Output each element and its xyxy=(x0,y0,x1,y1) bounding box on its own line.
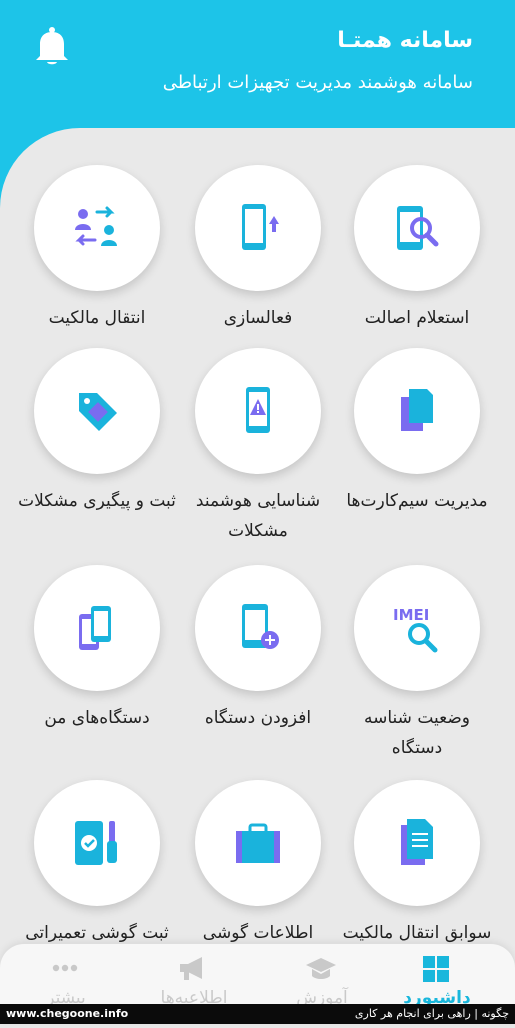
tile-label: فعالسازی xyxy=(223,308,293,328)
briefcase-icon xyxy=(236,823,280,863)
tile-repair-registration[interactable]: ثبت گوشی تعمیراتی xyxy=(17,780,177,948)
tile-activation[interactable]: فعالسازی xyxy=(178,165,338,333)
phone-warning-icon xyxy=(246,387,270,433)
svg-text:IMEI: IMEI xyxy=(393,606,429,624)
tag-icon xyxy=(79,393,117,431)
watermark-footer: www.chegoone.info چگونه | راهی برای انجا… xyxy=(0,1004,515,1024)
imei-search-icon: IMEI xyxy=(393,606,438,653)
tile-label: افزودن دستگاه xyxy=(204,708,312,728)
tile-label: ثبت و پیگیری مشکلات xyxy=(18,491,176,511)
tile-authenticity-inquiry[interactable]: استعلام اصالت xyxy=(337,165,497,333)
grid-icon xyxy=(423,956,449,982)
footer-site: www.chegoone.info xyxy=(6,1007,129,1020)
repair-phone-icon xyxy=(75,821,117,865)
tile-label: استعلام اصالت xyxy=(364,308,470,328)
tile-label: دستگاه‌های من xyxy=(44,708,150,728)
tile-ownership-transfer[interactable]: انتقال مالکیت xyxy=(17,165,177,333)
bell-icon[interactable] xyxy=(34,26,70,66)
footer-tagline: چگونه | راهی برای انجام هر کاری xyxy=(354,1007,509,1020)
tile-device-id-status[interactable]: IMEI وضعیت شناسه دستگاه xyxy=(337,565,497,763)
documents-icon xyxy=(401,819,433,865)
phone-search-icon xyxy=(397,206,439,250)
sim-cards-icon xyxy=(401,389,433,431)
tile-issue-tracking[interactable]: ثبت و پیگیری مشکلات xyxy=(17,348,177,516)
tile-label: انتقال مالکیت xyxy=(48,308,146,328)
graduation-cap-icon xyxy=(306,958,336,979)
tile-add-device[interactable]: افزودن دستگاه xyxy=(178,565,338,733)
tile-phone-info[interactable]: اطلاعات گوشی xyxy=(178,780,338,948)
tile-label: شناسایی هوشمند مشکلات xyxy=(195,491,321,541)
tile-my-devices[interactable]: دستگاه‌های من xyxy=(17,565,177,733)
more-icon xyxy=(52,964,78,972)
app-title: سامانه همتـا xyxy=(337,28,473,53)
transfer-ownership-icon xyxy=(75,206,117,246)
my-devices-icon xyxy=(79,606,111,650)
tile-label: مدیریت سیم‌کارت‌ها xyxy=(346,491,488,511)
tile-transfer-history[interactable]: سوابق انتقال مالکیت xyxy=(337,780,497,948)
app-subtitle: سامانه هوشمند مدیریت تجهیزات ارتباطی xyxy=(162,72,473,93)
phone-activate-icon xyxy=(242,204,279,250)
add-device-icon xyxy=(242,604,279,649)
tile-sim-management[interactable]: مدیریت سیم‌کارت‌ها xyxy=(337,348,497,516)
tile-smart-diagnosis[interactable]: شناسایی هوشمند مشکلات xyxy=(178,348,338,546)
tile-label: وضعیت شناسه دستگاه xyxy=(364,708,470,758)
megaphone-icon xyxy=(180,957,202,980)
